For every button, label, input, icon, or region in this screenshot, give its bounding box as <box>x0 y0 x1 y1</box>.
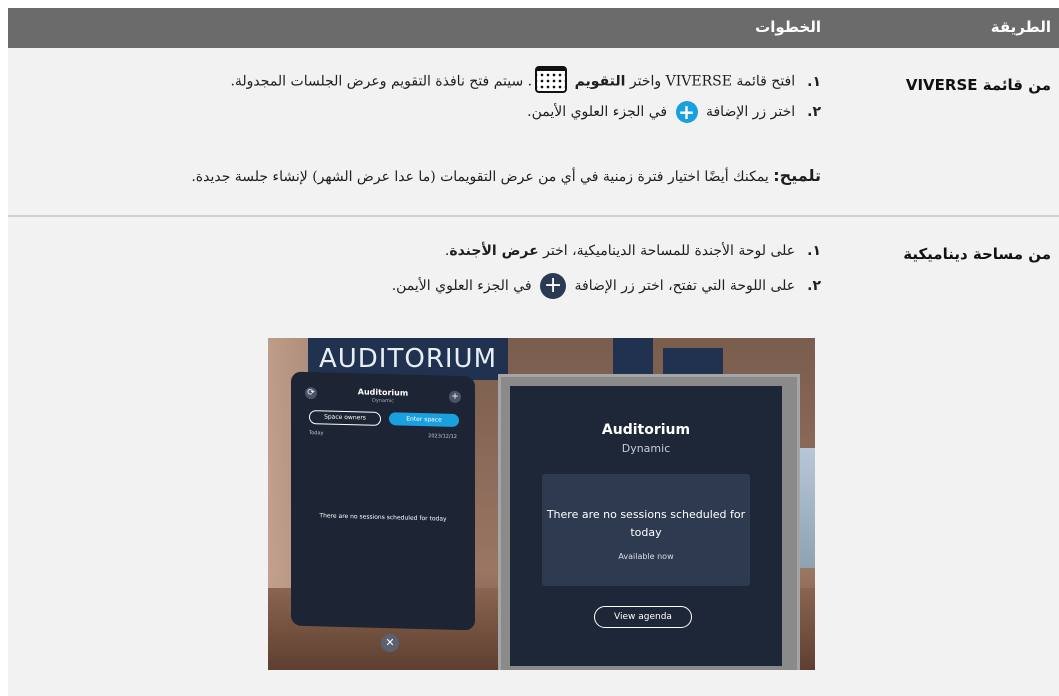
step-1: ١. افتح قائمة VIVERSE واختر التقويم . سيت… <box>230 66 821 95</box>
empty-message: There are no sessions scheduled for toda… <box>319 512 447 523</box>
calendar-icon <box>535 66 568 93</box>
step-1: ١. على لوحة الأجندة للمساحة الديناميكية، … <box>445 239 821 263</box>
availability-label: Available now <box>618 552 674 561</box>
step-text: . سيتم فتح نافذة التقويم وعرض الجلسات ال… <box>230 73 533 90</box>
table-row: من قائمة VIVERSE ١. افتح قائمة VIVERSE وا… <box>8 48 1059 215</box>
add-icon: + <box>540 273 567 299</box>
board-subtitle: Dynamic <box>621 442 671 455</box>
tip-text: يمكنك أيضًا اختيار فترة زمنية في أي من ع… <box>191 169 769 185</box>
close-icon[interactable]: ✕ <box>381 634 399 652</box>
agenda-board: Auditorium Dynamic There are no sessions… <box>510 386 782 666</box>
step-number: ١. <box>807 73 821 90</box>
agenda-panel: ⟳ + Auditorium Dynamic Space owners Ente… <box>291 371 475 631</box>
step-text: على لوحة الأجندة للمساحة الديناميكية، اخ… <box>543 243 796 259</box>
step-text: في الجزء العلوي الأيمن. <box>391 278 532 294</box>
step-2: ٢. اختر زر الإضافة + في الجزء العلوي الأي… <box>527 100 821 124</box>
calendar-keyword: التقويم <box>574 73 626 90</box>
today-label: Today <box>309 430 324 437</box>
step-number: ١. <box>807 243 821 259</box>
method-cell: من مساحة ديناميكية <box>903 245 1051 263</box>
vr-screenshot: AUDITORIUM ⟳ + Auditorium Dynamic Space … <box>268 338 815 670</box>
add-icon: + <box>675 101 698 123</box>
tip-note: تلميح: يمكنك أيضًا اختيار فترة زمنية في … <box>191 166 821 185</box>
step-text: على اللوحة التي تفتح، اختر زر الإضافة <box>574 278 796 294</box>
view-agenda-keyword: عرض الأجندة <box>449 243 539 259</box>
enter-space-button[interactable]: Enter space <box>389 412 459 427</box>
step-number: ٢. <box>807 104 821 120</box>
header-method: الطريقة <box>990 18 1051 36</box>
methods-table: الطريقة الخطوات من قائمة VIVERSE ١. افتح … <box>8 8 1059 696</box>
no-sessions-message: There are no sessions scheduled for toda… <box>546 508 746 539</box>
tip-label: تلميح: <box>773 166 821 185</box>
step-number: ٢. <box>807 278 821 294</box>
date-label: 2023/12/12 <box>428 433 457 440</box>
board-title: Auditorium <box>601 422 691 438</box>
method-cell: من قائمة VIVERSE <box>905 76 1051 94</box>
table-row: من مساحة ديناميكية ١. على لوحة الأجندة لل… <box>8 217 1059 696</box>
table-header: الطريقة الخطوات <box>8 8 1059 48</box>
sessions-box: There are no sessions scheduled for toda… <box>542 474 750 586</box>
step-text: اختر زر الإضافة <box>705 104 796 120</box>
step-2: ٢.على اللوحة التي تفتح، اختر زر الإضافة … <box>392 273 821 299</box>
header-steps: الخطوات <box>755 18 821 36</box>
step-text: في الجزء العلوي الأيمن. <box>527 104 668 120</box>
step-text: افتح قائمة VIVERSE واختر <box>629 73 796 90</box>
space-owners-button[interactable]: Space owners <box>309 410 381 426</box>
view-agenda-button[interactable]: View agenda <box>594 606 692 628</box>
